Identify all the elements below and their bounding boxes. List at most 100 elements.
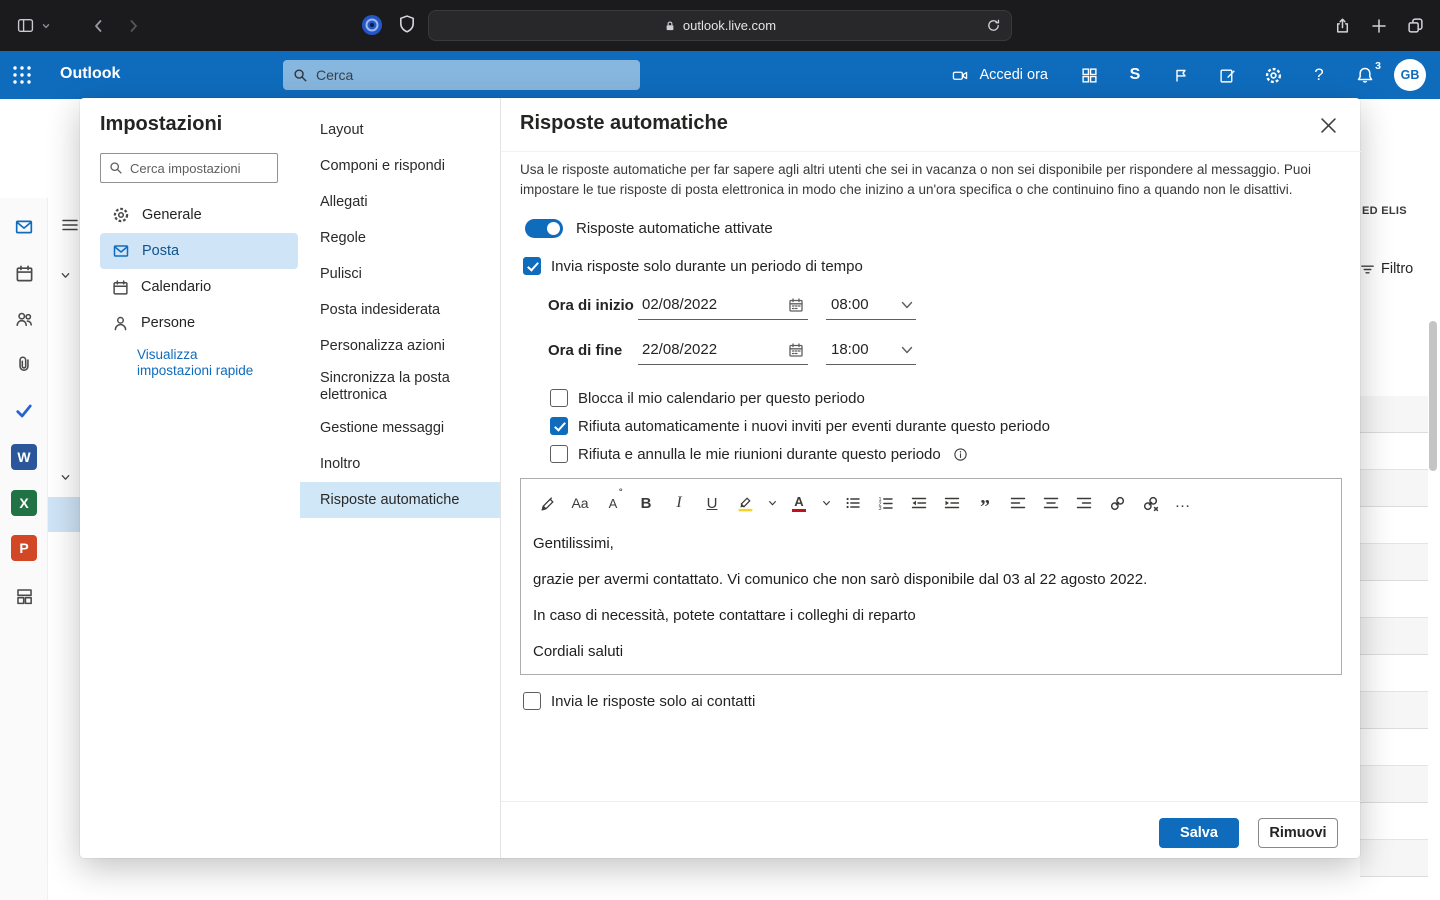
gear-icon[interactable] bbox=[1250, 51, 1296, 99]
period-checkbox[interactable] bbox=[523, 257, 541, 275]
outdent-icon[interactable] bbox=[907, 490, 931, 516]
search-bar[interactable] bbox=[283, 60, 640, 90]
chevron-down-icon[interactable] bbox=[41, 21, 51, 31]
contacts-only-checkbox[interactable] bbox=[523, 692, 541, 710]
save-button[interactable]: Salva bbox=[1159, 818, 1239, 848]
font-size-icon[interactable]: A bbox=[601, 490, 625, 516]
share-icon[interactable] bbox=[1334, 16, 1351, 35]
info-icon[interactable] bbox=[953, 447, 968, 462]
indent-icon[interactable] bbox=[940, 490, 964, 516]
calendar-icon[interactable] bbox=[788, 342, 804, 358]
compose-icon[interactable] bbox=[1204, 51, 1250, 99]
category-risposte-automatiche[interactable]: Risposte automatiche bbox=[300, 482, 500, 518]
help-icon[interactable]: ? bbox=[1296, 51, 1342, 99]
nav-item-calendario[interactable]: Calendario bbox=[100, 269, 298, 305]
contacts-only-label: Invia le risposte solo ai contatti bbox=[551, 693, 755, 710]
chevron-down-icon[interactable] bbox=[901, 300, 913, 310]
excel-icon[interactable]: X bbox=[0, 487, 48, 519]
search-input[interactable] bbox=[316, 67, 596, 83]
align-left-icon[interactable] bbox=[1006, 490, 1030, 516]
nav-item-generale[interactable]: Generale bbox=[100, 197, 298, 233]
start-date-field[interactable]: 02/08/2022 bbox=[638, 290, 808, 320]
more-apps-icon[interactable] bbox=[0, 580, 48, 612]
auto-replies-toggle[interactable] bbox=[525, 219, 563, 238]
sidebar-toggle-icon[interactable] bbox=[16, 17, 35, 34]
align-center-icon[interactable] bbox=[1039, 490, 1063, 516]
forward-icon[interactable] bbox=[125, 18, 141, 34]
end-time-field[interactable]: 18:00 bbox=[826, 335, 916, 365]
chevron-down-icon[interactable] bbox=[820, 490, 832, 516]
decline-meetings-checkbox[interactable] bbox=[550, 445, 568, 463]
avatar[interactable]: GB bbox=[1394, 59, 1426, 91]
app-launcher-icon[interactable] bbox=[12, 65, 32, 85]
people-icon[interactable] bbox=[0, 303, 48, 335]
word-icon[interactable]: W bbox=[0, 441, 48, 473]
category-sincronizza[interactable]: Sincronizza la posta elettronica bbox=[300, 364, 500, 410]
bullet-list-icon[interactable] bbox=[841, 490, 865, 516]
highlight-icon[interactable] bbox=[733, 490, 757, 516]
category-posta-indesiderata[interactable]: Posta indesiderata bbox=[300, 292, 500, 328]
font-color-icon[interactable]: A bbox=[787, 490, 811, 516]
category-regole[interactable]: Regole bbox=[300, 220, 500, 256]
decline-invites-checkbox[interactable] bbox=[550, 417, 568, 435]
scrollbar[interactable] bbox=[1429, 321, 1437, 471]
remove-button[interactable]: Rimuovi bbox=[1258, 818, 1338, 848]
chevron-down-icon[interactable] bbox=[60, 472, 71, 483]
underline-icon[interactable]: U bbox=[700, 490, 724, 516]
category-inoltro[interactable]: Inoltro bbox=[300, 446, 500, 482]
flag-icon[interactable] bbox=[1158, 51, 1204, 99]
chevron-down-icon[interactable] bbox=[901, 345, 913, 355]
quick-settings-link[interactable]: Visualizza impostazioni rapide bbox=[137, 347, 269, 379]
notifications-bell-icon[interactable]: 3 bbox=[1342, 51, 1388, 99]
chevron-down-icon[interactable] bbox=[766, 490, 778, 516]
back-icon[interactable] bbox=[91, 18, 107, 34]
settings-search-input[interactable] bbox=[130, 161, 260, 176]
calendar-icon[interactable] bbox=[788, 297, 804, 313]
filter-button[interactable]: Filtro bbox=[1360, 261, 1413, 277]
font-icon[interactable]: Aa bbox=[568, 490, 592, 516]
category-gestione-messaggi[interactable]: Gestione messaggi bbox=[300, 410, 500, 446]
todo-check-icon[interactable] bbox=[0, 395, 48, 427]
end-date-field[interactable]: 22/08/2022 bbox=[638, 335, 808, 365]
category-componi[interactable]: Componi e rispondi bbox=[300, 148, 500, 184]
italic-icon[interactable]: I bbox=[667, 490, 691, 516]
format-painter-icon[interactable] bbox=[535, 490, 559, 516]
quote-icon[interactable]: ” bbox=[973, 490, 997, 516]
new-tab-icon[interactable] bbox=[1371, 18, 1387, 34]
settings-search[interactable] bbox=[100, 153, 278, 183]
start-time-field[interactable]: 08:00 bbox=[826, 290, 916, 320]
category-allegati[interactable]: Allegati bbox=[300, 184, 500, 220]
reload-icon[interactable] bbox=[986, 18, 1001, 33]
header-divider bbox=[501, 151, 1361, 152]
more-options-icon[interactable]: … bbox=[1171, 490, 1195, 516]
category-layout[interactable]: Layout bbox=[300, 112, 500, 148]
powerpoint-icon[interactable]: P bbox=[0, 532, 48, 564]
tab-overview-icon[interactable] bbox=[1407, 17, 1424, 34]
align-right-icon[interactable] bbox=[1072, 490, 1096, 516]
unlink-icon[interactable] bbox=[1138, 490, 1162, 516]
url-text: outlook.live.com bbox=[683, 18, 776, 33]
calendar-icon[interactable] bbox=[0, 257, 48, 289]
block-calendar-checkbox[interactable] bbox=[550, 389, 568, 407]
close-icon[interactable] bbox=[1314, 111, 1342, 139]
reply-editor[interactable]: Aa A B I U A bbox=[520, 478, 1342, 675]
nav-item-persone[interactable]: Persone bbox=[100, 305, 298, 341]
bold-icon[interactable]: B bbox=[634, 490, 658, 516]
nav-item-posta[interactable]: Posta bbox=[100, 233, 298, 269]
meet-now-button[interactable]: Accedi ora bbox=[943, 51, 1066, 99]
hamburger-icon[interactable] bbox=[62, 218, 78, 232]
extension-icon[interactable] bbox=[360, 13, 384, 37]
numbered-list-icon[interactable]: 123 bbox=[874, 490, 898, 516]
category-pulisci[interactable]: Pulisci bbox=[300, 256, 500, 292]
reply-message[interactable]: Gentilissimi, grazie per avermi contatta… bbox=[521, 533, 1341, 662]
skype-icon[interactable]: S bbox=[1112, 51, 1158, 99]
link-icon[interactable] bbox=[1105, 490, 1129, 516]
end-date-value: 22/08/2022 bbox=[642, 341, 717, 358]
attachment-icon[interactable] bbox=[0, 348, 48, 380]
chevron-down-icon[interactable] bbox=[60, 270, 71, 281]
apps-grid-icon[interactable] bbox=[1066, 51, 1112, 99]
mail-icon[interactable] bbox=[0, 211, 48, 243]
category-personalizza-azioni[interactable]: Personalizza azioni bbox=[300, 328, 500, 364]
url-bar[interactable]: outlook.live.com bbox=[428, 10, 1012, 41]
shield-icon[interactable] bbox=[398, 14, 416, 35]
